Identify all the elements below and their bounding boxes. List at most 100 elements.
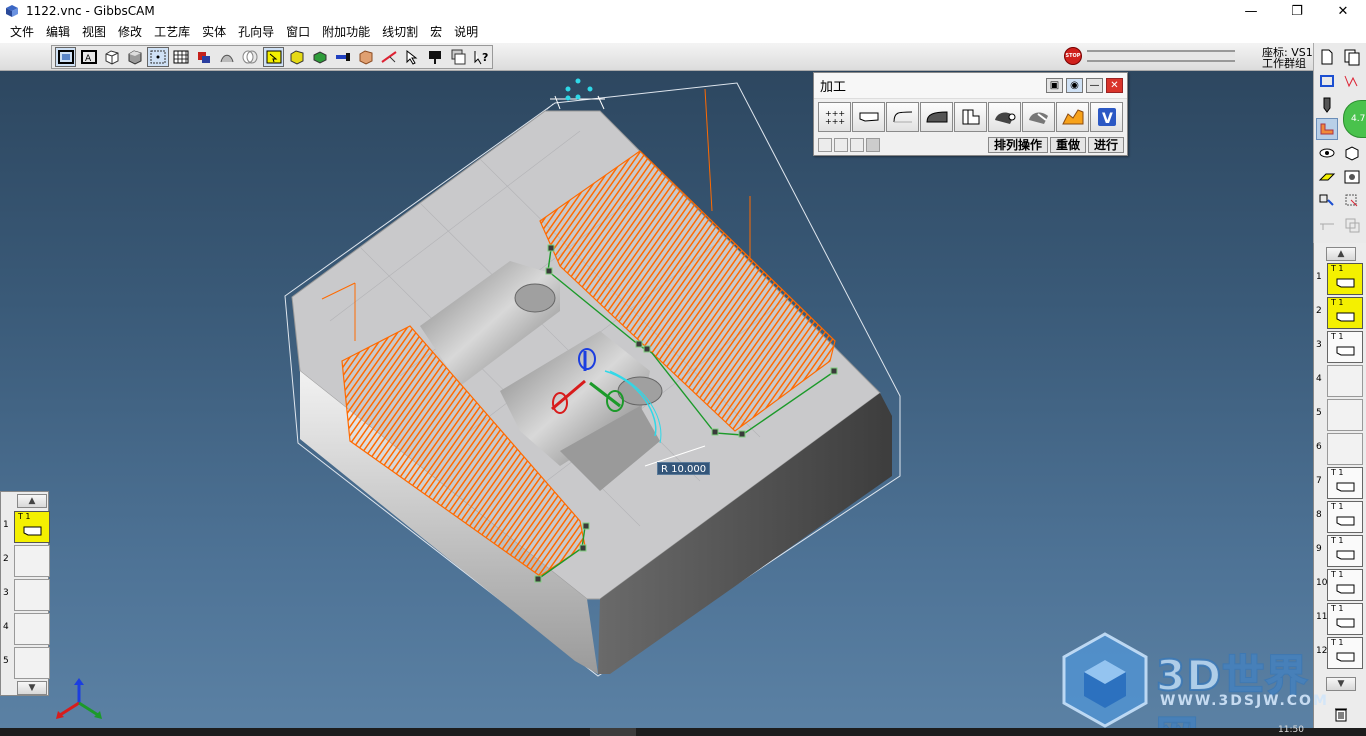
right-slot[interactable]: 7 T 1 (1315, 467, 1365, 501)
tool-holder-button[interactable] (332, 47, 353, 67)
menu-process-library[interactable]: 工艺库 (148, 22, 196, 43)
minimize-button[interactable]: — (1228, 0, 1274, 22)
operation-tile[interactable]: T 1 (1327, 637, 1363, 669)
menu-window[interactable]: 窗口 (280, 22, 316, 43)
menu-macro[interactable]: 宏 (424, 22, 448, 43)
copy-document-button[interactable] (1341, 46, 1363, 68)
right-list-scroll-up-button[interactable]: ▲ (1326, 247, 1356, 261)
right-slot[interactable]: 2 T 1 (1315, 297, 1365, 331)
trash-button[interactable] (1330, 703, 1352, 725)
dimension-button[interactable] (1341, 190, 1363, 212)
stop-button[interactable]: STOP (1064, 47, 1082, 65)
show-all-button[interactable]: A (78, 47, 99, 67)
operation-tile[interactable] (1327, 365, 1363, 397)
select-arrow-button[interactable] (402, 47, 423, 67)
menu-hole-wizard[interactable]: 孔向导 (232, 22, 280, 43)
redo-button[interactable]: 重做 (1049, 137, 1086, 153)
menu-wire-edm[interactable]: 线切割 (376, 22, 424, 43)
right-slot[interactable]: 1 T 1 (1315, 263, 1365, 297)
operation-tile[interactable]: T 1 (1327, 603, 1363, 635)
pocket-operation-button[interactable] (886, 102, 919, 132)
right-slot[interactable]: 12 T 1 (1315, 637, 1365, 671)
render-button[interactable] (1341, 166, 1363, 188)
left-slot[interactable]: 3 (2, 579, 52, 613)
eye-view-button[interactable] (1316, 142, 1338, 164)
fit-screen-button[interactable] (55, 47, 77, 67)
maximize-button[interactable]: ❐ (1274, 0, 1320, 22)
operation-tile[interactable]: T 1 (1327, 467, 1363, 499)
operation-tile[interactable]: T 1 (1327, 297, 1363, 329)
grid-button[interactable] (171, 47, 192, 67)
operation-tile[interactable] (1327, 433, 1363, 465)
right-slot[interactable]: 10 T 1 (1315, 569, 1365, 603)
palette-dock-button[interactable]: ▣ (1046, 78, 1063, 93)
context-help-button[interactable]: ? (471, 47, 492, 67)
close-button[interactable]: ✕ (1320, 0, 1366, 22)
tools-button[interactable] (1316, 94, 1338, 116)
operation-tile[interactable] (14, 613, 50, 645)
tool-stop-button[interactable] (834, 138, 848, 152)
left-slot[interactable]: 1 T 1 (2, 511, 52, 545)
drill-operation-button[interactable]: +++ +++ (818, 102, 851, 132)
right-slot[interactable]: 11 T 1 (1315, 603, 1365, 637)
select-solid-button[interactable] (262, 47, 285, 67)
curve-button[interactable] (1341, 70, 1363, 92)
new-document-button[interactable] (1316, 46, 1338, 68)
surface-operation-button[interactable] (920, 102, 953, 132)
left-list-scroll-up-button[interactable]: ▲ (17, 494, 47, 508)
transform-button[interactable] (1316, 190, 1338, 212)
right-list-scroll-down-button[interactable]: ▼ (1326, 677, 1356, 691)
menu-help[interactable]: 说明 (448, 22, 484, 43)
yellow-solid-button[interactable] (286, 47, 307, 67)
menu-file[interactable]: 文件 (4, 22, 40, 43)
menu-modify[interactable]: 修改 (112, 22, 148, 43)
contour-operation-button[interactable] (852, 102, 885, 132)
operation-tile[interactable]: T 1 (1327, 263, 1363, 295)
operation-tile[interactable]: T 1 (1327, 331, 1363, 363)
left-list-scroll-down-button[interactable]: ▼ (17, 681, 47, 695)
shaded-cube-button[interactable] (124, 47, 145, 67)
right-slot[interactable]: 5 (1315, 399, 1365, 433)
finish-operation-button[interactable] (1022, 102, 1055, 132)
select-point-button[interactable] (147, 47, 169, 67)
right-slot[interactable]: 6 (1315, 433, 1365, 467)
rough-operation-button[interactable] (988, 102, 1021, 132)
arrange-operations-button[interactable]: 排列操作 (987, 137, 1048, 153)
solid-view-button[interactable] (1341, 142, 1363, 164)
palette-minimize-button[interactable]: — (1086, 78, 1103, 93)
surface-button[interactable] (217, 47, 238, 67)
material-button[interactable] (194, 47, 215, 67)
fixture-button[interactable] (1316, 166, 1338, 188)
wireframe-cube-button[interactable] (101, 47, 122, 67)
operation-tile[interactable] (14, 545, 50, 577)
disabled-tool-a-button[interactable] (1316, 214, 1338, 236)
thread-operation-button[interactable] (954, 102, 987, 132)
stock-button[interactable] (355, 47, 376, 67)
left-slot[interactable]: 4 (2, 613, 52, 647)
palette-close-button[interactable]: ✕ (1106, 78, 1123, 93)
disabled-tool-b-button[interactable] (1341, 214, 1363, 236)
operation-tile[interactable]: T 1 (1327, 569, 1363, 601)
duplicate-button[interactable] (850, 138, 864, 152)
right-slot[interactable]: 9 T 1 (1315, 535, 1365, 569)
run-button[interactable]: 进行 (1087, 137, 1124, 153)
right-slot[interactable]: 4 (1315, 365, 1365, 399)
ellipse-button[interactable] (240, 47, 261, 67)
geometry-button[interactable] (1316, 70, 1338, 92)
operation-tile[interactable] (1327, 399, 1363, 431)
right-slot[interactable]: 3 T 1 (1315, 331, 1365, 365)
right-slot[interactable]: 8 T 1 (1315, 501, 1365, 535)
toolpath-3d-operation-button[interactable] (1056, 102, 1089, 132)
palette-options-button[interactable]: ◉ (1066, 78, 1083, 93)
menu-edit[interactable]: 编辑 (40, 22, 76, 43)
verify-operation-button[interactable]: V (1090, 102, 1123, 132)
workgroup-button[interactable] (448, 47, 469, 67)
tool-path-button[interactable] (379, 47, 400, 67)
operation-tile[interactable] (14, 647, 50, 679)
machining-button[interactable] (1316, 118, 1338, 140)
menu-solids[interactable]: 实体 (196, 22, 232, 43)
operation-tile[interactable]: T 1 (1327, 501, 1363, 533)
taskbar-active-app[interactable] (590, 728, 636, 736)
flag-button[interactable] (425, 47, 446, 67)
green-solid-button[interactable] (309, 47, 330, 67)
